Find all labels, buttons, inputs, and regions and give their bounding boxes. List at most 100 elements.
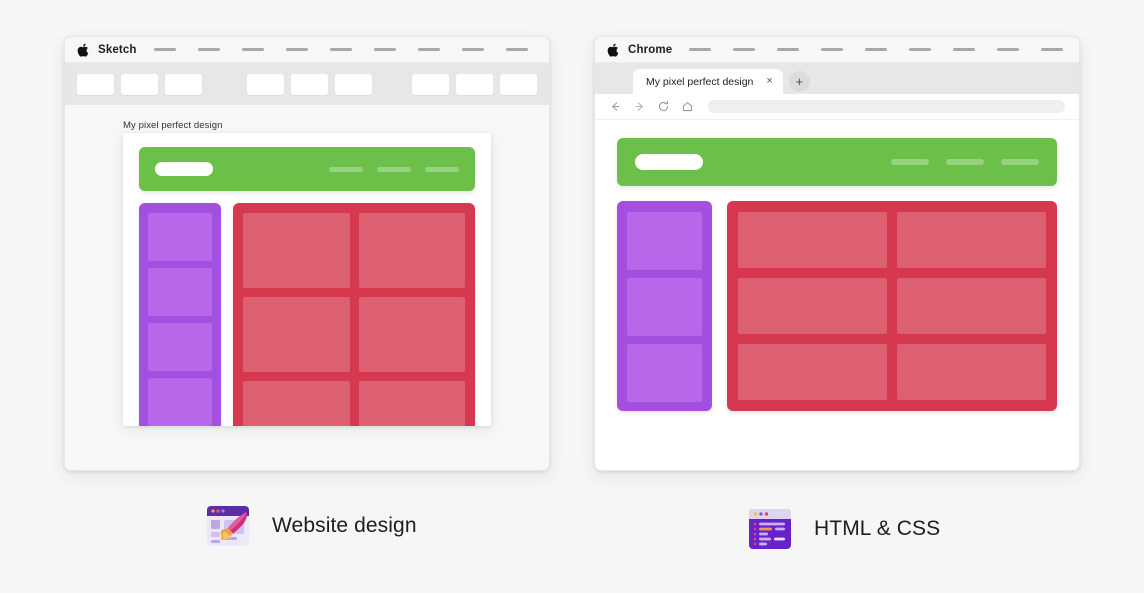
menu-item[interactable] — [373, 48, 396, 51]
mock-sidebar-item[interactable] — [148, 378, 212, 426]
html-css-icon — [749, 509, 791, 549]
mock-sidebar — [617, 201, 712, 411]
mock-content-grid — [727, 201, 1057, 411]
toolbar-button[interactable] — [290, 73, 328, 95]
sketch-canvas-area[interactable]: My pixel perfect design — [65, 105, 549, 470]
mock-header-bar — [617, 138, 1057, 186]
menu-item[interactable] — [733, 48, 756, 51]
mock-grid-cell[interactable] — [738, 278, 887, 334]
mock-logo — [635, 154, 703, 170]
caption-label: HTML & CSS — [814, 517, 941, 540]
menu-item[interactable] — [241, 48, 264, 51]
toolbar-button[interactable] — [412, 73, 449, 95]
mock-grid-cell[interactable] — [738, 344, 887, 400]
sketch-mock-page — [139, 147, 475, 426]
back-arrow-icon[interactable] — [609, 100, 622, 113]
menu-item[interactable] — [689, 48, 712, 51]
menu-item[interactable] — [153, 48, 176, 51]
toolbar-group-left — [77, 73, 202, 95]
mock-grid-cell[interactable] — [358, 213, 465, 288]
mock-content-grid — [233, 203, 475, 426]
toolbar-group-right — [412, 73, 537, 95]
mock-sidebar-item[interactable] — [148, 268, 212, 316]
chrome-window: Chrome My pixel perfect design × + — [594, 36, 1080, 471]
website-design-icon — [207, 506, 249, 546]
mock-columns — [617, 201, 1057, 411]
mock-logo — [155, 162, 213, 176]
mock-sidebar-item[interactable] — [148, 213, 212, 261]
mock-nav-link[interactable] — [891, 159, 929, 165]
page-root: Sketch My pixel perfect design Chrome My… — [0, 0, 1144, 593]
toolbar-button[interactable] — [165, 73, 202, 95]
mock-sidebar — [139, 203, 221, 426]
menu-item[interactable] — [197, 48, 220, 51]
mock-nav-link[interactable] — [377, 166, 411, 172]
toolbar-button[interactable] — [500, 73, 537, 95]
home-icon[interactable] — [681, 100, 694, 113]
forward-arrow-icon[interactable] — [633, 100, 646, 113]
mock-columns — [139, 203, 475, 426]
sketch-artboard[interactable] — [123, 133, 491, 426]
mock-grid-cell[interactable] — [358, 381, 465, 426]
sketch-window: Sketch My pixel perfect design — [64, 36, 550, 471]
toolbar-button[interactable] — [77, 73, 114, 95]
mock-grid-cell[interactable] — [243, 297, 350, 372]
apple-logo-icon[interactable] — [607, 43, 619, 57]
menu-item[interactable] — [461, 48, 484, 51]
sketch-app-name: Sketch — [98, 43, 137, 56]
menu-item[interactable] — [909, 48, 932, 51]
mock-sidebar-item[interactable] — [627, 278, 702, 336]
mock-nav-link[interactable] — [1001, 159, 1039, 165]
mock-nav-link[interactable] — [329, 166, 363, 172]
menu-item[interactable] — [329, 48, 352, 51]
toolbar-button[interactable] — [456, 73, 493, 95]
address-bar[interactable] — [708, 100, 1065, 113]
menu-item[interactable] — [505, 48, 528, 51]
menu-item[interactable] — [777, 48, 800, 51]
chrome-app-name: Chrome — [628, 43, 673, 56]
artboard-label: My pixel perfect design — [123, 120, 223, 131]
plus-icon[interactable]: + — [788, 71, 810, 92]
chrome-navbar — [595, 94, 1079, 120]
menu-item[interactable] — [1041, 48, 1064, 51]
toolbar-button[interactable] — [246, 73, 284, 95]
chrome-viewport[interactable] — [595, 120, 1079, 470]
menu-item[interactable] — [285, 48, 308, 51]
browser-tab[interactable]: My pixel perfect design × — [633, 69, 783, 94]
menu-item[interactable] — [953, 48, 976, 51]
caption-label: Website design — [272, 514, 417, 537]
mock-sidebar-item[interactable] — [627, 344, 702, 402]
mock-grid-cell[interactable] — [243, 381, 350, 426]
mock-nav — [891, 159, 1039, 165]
apple-logo-icon[interactable] — [77, 43, 89, 57]
mock-header-bar — [139, 147, 475, 191]
mock-sidebar-item[interactable] — [627, 212, 702, 270]
mock-grid-cell[interactable] — [738, 212, 887, 268]
mock-sidebar-item[interactable] — [148, 323, 212, 371]
mock-nav-link[interactable] — [946, 159, 984, 165]
menu-item[interactable] — [865, 48, 888, 51]
mock-grid-cell[interactable] — [897, 344, 1046, 400]
chrome-mock-page — [617, 138, 1057, 411]
menu-item[interactable] — [821, 48, 844, 51]
menu-item[interactable] — [997, 48, 1020, 51]
mock-grid-cell[interactable] — [897, 212, 1046, 268]
mock-nav — [329, 166, 459, 172]
mock-grid-cell[interactable] — [243, 213, 350, 288]
reload-icon[interactable] — [657, 100, 670, 113]
sketch-toolbar — [65, 63, 549, 105]
mock-nav-link[interactable] — [425, 166, 459, 172]
toolbar-group-center — [246, 73, 372, 95]
caption-html-css: HTML & CSS — [744, 503, 940, 555]
mock-grid-cell[interactable] — [897, 278, 1046, 334]
sketch-menubar: Sketch — [65, 37, 549, 63]
toolbar-button[interactable] — [121, 73, 158, 95]
chrome-menu-items — [689, 48, 1064, 51]
menu-item[interactable] — [417, 48, 440, 51]
chrome-tabstrip: My pixel perfect design × + — [595, 63, 1079, 94]
chrome-menubar: Chrome — [595, 37, 1079, 63]
toolbar-button[interactable] — [334, 73, 372, 95]
mock-grid-cell[interactable] — [358, 297, 465, 372]
sketch-menu-items — [153, 48, 528, 51]
close-icon[interactable]: × — [766, 76, 772, 87]
